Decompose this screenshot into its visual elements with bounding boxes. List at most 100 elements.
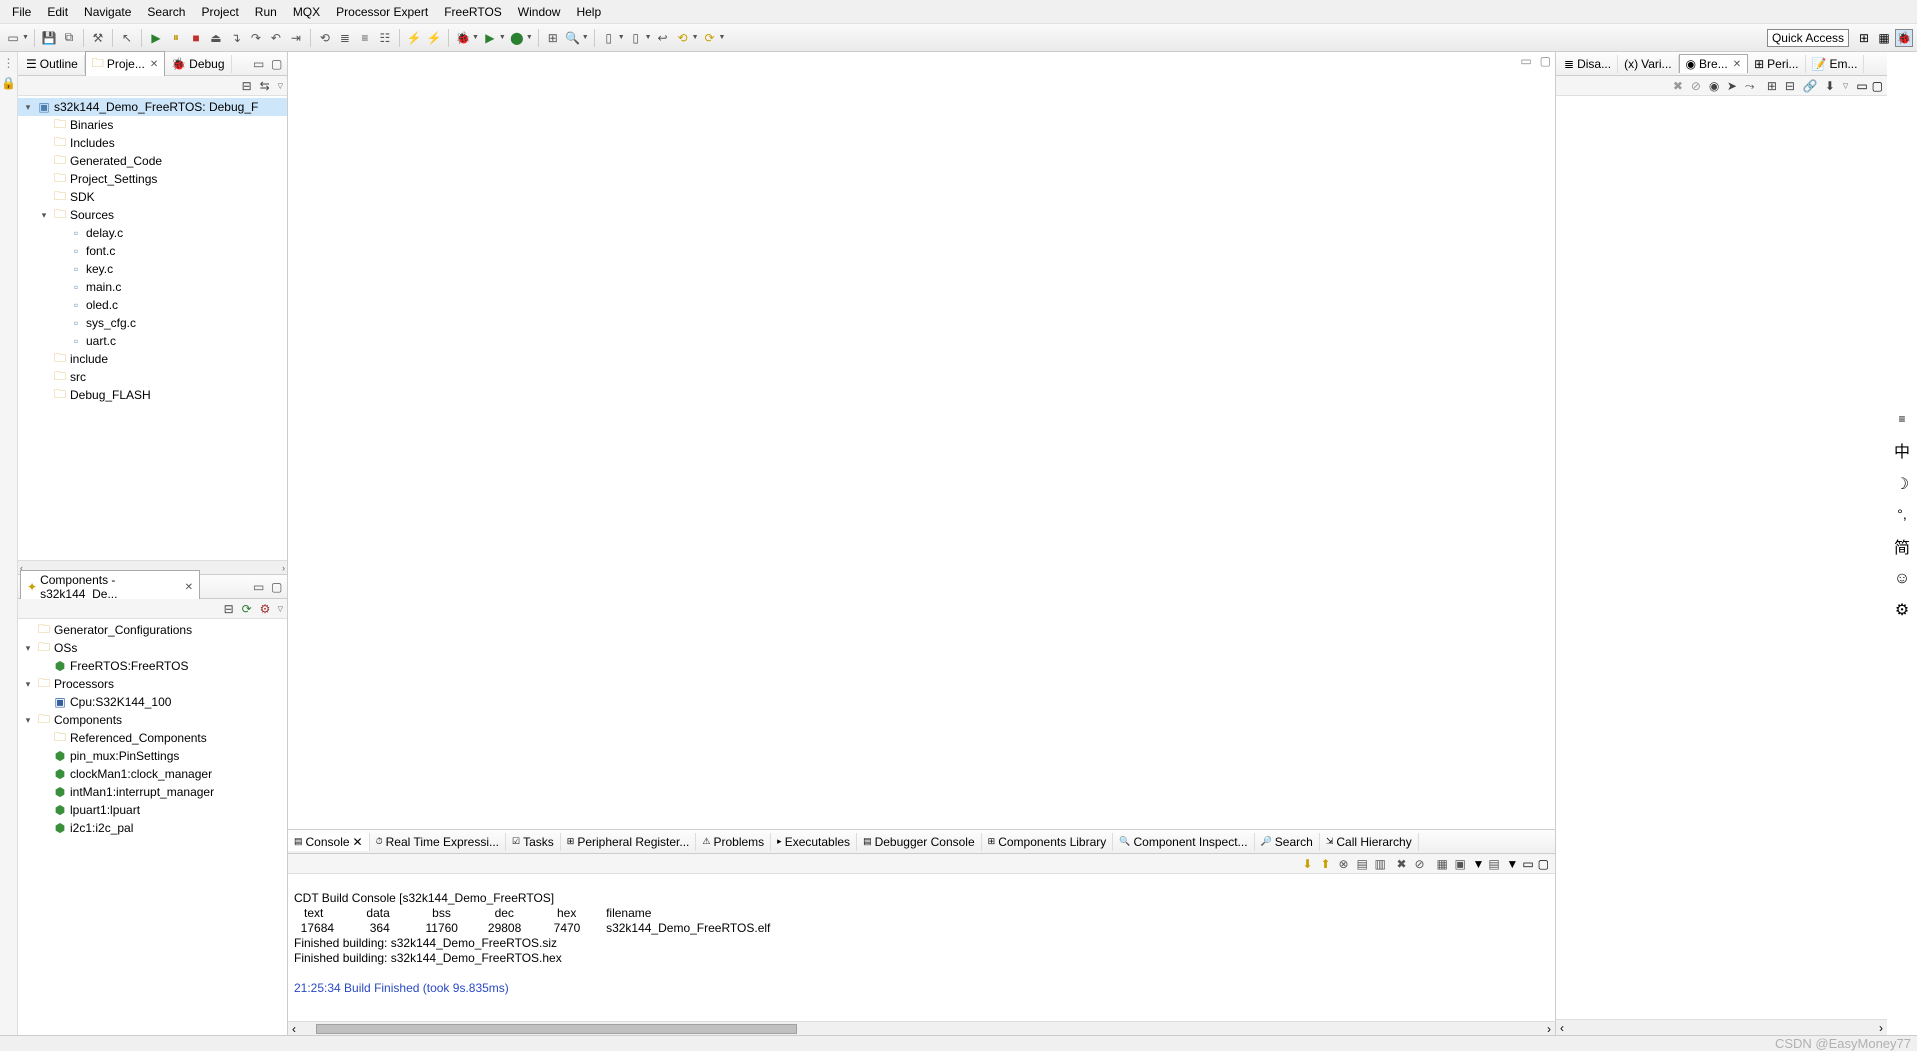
lock-icon[interactable]: 🔒: [1, 76, 16, 90]
tree-node[interactable]: 🗀Project_Settings: [18, 170, 287, 188]
remove-all-icon[interactable]: ⊘: [1691, 79, 1705, 93]
console-tab-0[interactable]: ▤Console✕: [288, 833, 370, 851]
right-tab-4[interactable]: 📝Em...: [1806, 55, 1865, 73]
quick-access-input[interactable]: Quick Access: [1767, 29, 1849, 47]
back-icon[interactable]: ⟲: [674, 29, 692, 47]
tree-node[interactable]: ⬢i2c1:i2c_pal: [18, 819, 287, 837]
expander-icon[interactable]: [54, 228, 66, 238]
pin-icon[interactable]: ⬆: [1321, 857, 1335, 871]
ime-handle-icon[interactable]: ≡: [1898, 412, 1905, 426]
expander-icon[interactable]: [38, 192, 50, 202]
console-tab-6[interactable]: ▤Debugger Console: [857, 833, 982, 851]
remove-icon[interactable]: ✖: [1673, 79, 1687, 93]
tree-node[interactable]: 🗀Generator_Configurations: [18, 621, 287, 639]
tb-icon-b[interactable]: ▯: [627, 29, 645, 47]
expander-icon[interactable]: ▾: [22, 679, 34, 690]
disconnect-icon[interactable]: ⏏: [207, 29, 225, 47]
tree-node[interactable]: ▾🗀OSs: [18, 639, 287, 657]
menu-mqx[interactable]: MQX: [285, 3, 328, 21]
build-icon[interactable]: ⚒: [89, 29, 107, 47]
instruction-step-icon[interactable]: ⇥: [287, 29, 305, 47]
tree-node[interactable]: ▫oled.c: [18, 296, 287, 314]
console-c-icon[interactable]: ▤: [1488, 857, 1502, 871]
tree-node[interactable]: ▫main.c: [18, 278, 287, 296]
tree-node[interactable]: 🗀Debug_FLASH: [18, 386, 287, 404]
components-tree[interactable]: 🗀Generator_Configurations▾🗀OSs ⬢FreeRTOS…: [18, 619, 287, 1035]
right-tab-3[interactable]: ⊞Peri...: [1748, 55, 1805, 73]
perspective-debug-icon[interactable]: 🐞: [1895, 29, 1913, 47]
expander-icon[interactable]: [22, 625, 34, 635]
trim-handle-icon[interactable]: ⋮: [3, 56, 15, 70]
tree-node[interactable]: 🗀src: [18, 368, 287, 386]
menu-navigate[interactable]: Navigate: [76, 3, 139, 21]
flash-icon[interactable]: ⚡: [405, 29, 423, 47]
project-tree[interactable]: ▾▣s32k144_Demo_FreeRTOS: Debug_F 🗀Binari…: [18, 96, 287, 560]
expander-icon[interactable]: ▾: [22, 102, 34, 113]
expander-icon[interactable]: [38, 787, 50, 797]
step-over-icon[interactable]: ↷: [247, 29, 265, 47]
console-hscroll[interactable]: ‹ ›: [288, 1021, 1555, 1035]
tab-debug[interactable]: 🐞 Debug: [165, 55, 231, 73]
tree-node[interactable]: ⬢lpuart1:lpuart: [18, 801, 287, 819]
expander-icon[interactable]: [38, 661, 50, 671]
scroll-left-icon[interactable]: ‹: [1556, 1021, 1568, 1035]
close-icon[interactable]: ✕: [185, 582, 193, 593]
clear-console-icon[interactable]: ⊗: [1339, 857, 1353, 871]
expander-icon[interactable]: [38, 823, 50, 833]
menu-run[interactable]: Run: [247, 3, 285, 21]
tree-node[interactable]: ▾🗀Components: [18, 711, 287, 729]
suspend-icon[interactable]: ⏸: [167, 29, 185, 47]
open-type-icon[interactable]: ⊞: [544, 29, 562, 47]
minimize-icon[interactable]: ▭: [1856, 79, 1867, 93]
expander-icon[interactable]: [38, 372, 50, 382]
tree-node[interactable]: ▾🗀Processors: [18, 675, 287, 693]
menu-freertos[interactable]: FreeRTOS: [436, 3, 510, 21]
maximize-icon[interactable]: ▢: [1538, 857, 1549, 871]
close-icon[interactable]: ✕: [353, 835, 363, 849]
maximize-icon[interactable]: ▢: [271, 57, 285, 71]
ime-chinese-icon[interactable]: 中: [1894, 438, 1910, 462]
remove-all-icon[interactable]: ⊘: [1415, 857, 1429, 871]
console-b-icon[interactable]: ▣: [1455, 857, 1469, 871]
tree-node[interactable]: ⬢clockMan1:clock_manager: [18, 765, 287, 783]
scroll-left-icon[interactable]: ‹: [288, 1022, 300, 1036]
expander-icon[interactable]: [38, 138, 50, 148]
tree-node[interactable]: ▫delay.c: [18, 224, 287, 242]
tab-outline[interactable]: ☰ Outline: [20, 55, 85, 73]
minimize-icon[interactable]: ▭: [253, 580, 267, 594]
scroll-right-icon[interactable]: ›: [1543, 1022, 1555, 1036]
tree-node[interactable]: ▫uart.c: [18, 332, 287, 350]
minimize-icon[interactable]: ▭: [253, 57, 267, 71]
open-console-icon[interactable]: ▥: [1375, 857, 1389, 871]
console-tab-3[interactable]: ⊞Peripheral Register...: [561, 833, 697, 851]
display-selected-icon[interactable]: ▤: [1357, 857, 1371, 871]
right-tab-0[interactable]: ≣Disa...: [1558, 55, 1618, 73]
expander-icon[interactable]: [54, 318, 66, 328]
expander-icon[interactable]: [54, 282, 66, 292]
tree-node[interactable]: 🗀Binaries: [18, 116, 287, 134]
pointer-icon[interactable]: ↖: [118, 29, 136, 47]
menu-file[interactable]: File: [4, 3, 39, 21]
console-tab-8[interactable]: 🔍Component Inspect...: [1113, 833, 1254, 851]
perspective-open-icon[interactable]: ⊞: [1855, 29, 1873, 47]
right-tab-1[interactable]: (x)Vari...: [1618, 55, 1678, 73]
tree-node[interactable]: ▫font.c: [18, 242, 287, 260]
step-into-icon[interactable]: ↴: [227, 29, 245, 47]
import-icon[interactable]: ⬇: [1825, 79, 1839, 93]
tree-node[interactable]: ▫sys_cfg.c: [18, 314, 287, 332]
menu-help[interactable]: Help: [568, 3, 609, 21]
right-hscroll[interactable]: ‹ ›: [1556, 1019, 1887, 1035]
collapse-all-icon[interactable]: ⊟: [224, 602, 238, 616]
save-all-icon[interactable]: ⧉: [60, 29, 78, 47]
tb-icon-a[interactable]: ▯: [600, 29, 618, 47]
right-tab-2[interactable]: ◉Bre...✕: [1679, 54, 1749, 73]
console-tab-4[interactable]: ⚠Problems: [696, 833, 771, 851]
expander-icon[interactable]: [38, 697, 50, 707]
link-icon[interactable]: 🔗: [1803, 79, 1817, 93]
scrollbar-thumb[interactable]: [316, 1024, 797, 1034]
ime-punct-icon[interactable]: °,: [1897, 506, 1907, 522]
tree-node[interactable]: 🗀Referenced_Components: [18, 729, 287, 747]
breakpoints-content[interactable]: [1556, 96, 1887, 1019]
collapse-all-icon[interactable]: ⊟: [242, 79, 256, 93]
close-icon[interactable]: ✕: [150, 59, 158, 70]
